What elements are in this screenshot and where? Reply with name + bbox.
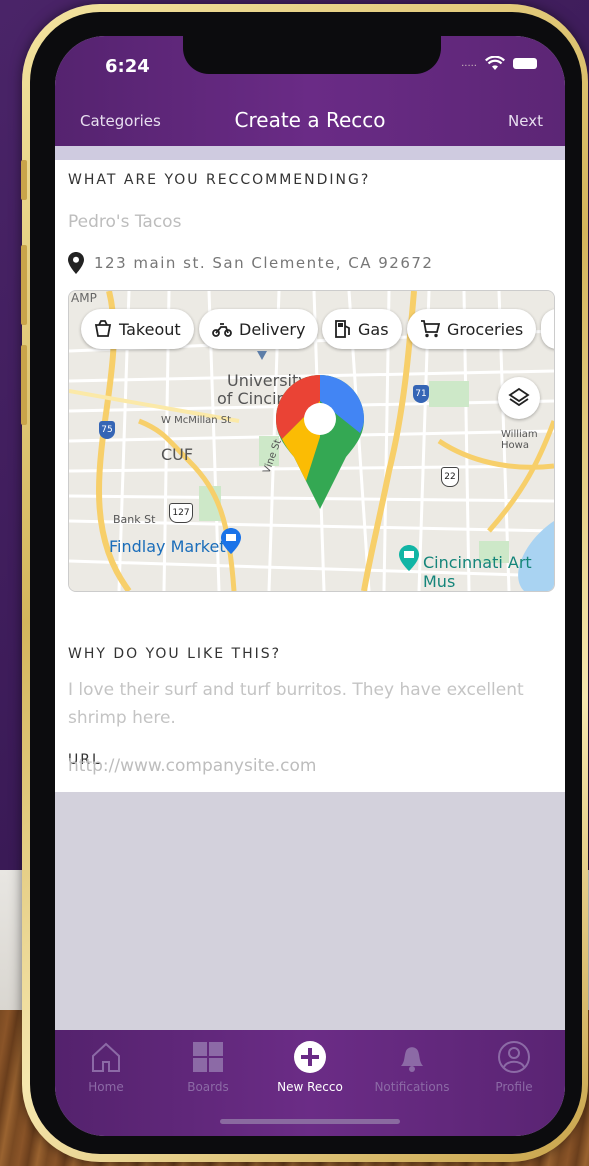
university-marker-icon [257, 351, 267, 360]
tab-profile[interactable]: Profile [463, 1040, 565, 1094]
phone-volume-down [21, 345, 27, 425]
why-label: WHY DO YOU LIKE THIS? [68, 646, 282, 662]
map-label-mcmillan: W McMillan St [161, 415, 232, 426]
phone-mute-switch [21, 160, 27, 200]
location-pin-icon [68, 252, 84, 274]
map-label-art-museum: Cincinnati Art Mus [423, 553, 532, 591]
takeout-icon [94, 320, 112, 337]
map-chip-delivery[interactable]: Delivery [199, 309, 319, 349]
recommending-input[interactable]: Pedro's Tacos [68, 212, 181, 232]
tab-boards[interactable]: Boards [157, 1040, 259, 1094]
status-indicators: ..... [461, 56, 537, 71]
recommending-label: WHAT ARE YOU RECCOMMENDING? [68, 172, 371, 188]
tab-label: Home [88, 1080, 124, 1094]
map-view[interactable]: Takeout Delivery Gas Groceries AMP Unive… [68, 290, 555, 592]
route-75-shield: 75 [99, 421, 115, 439]
route-127-shield: 127 [169, 503, 193, 523]
map-chip-label: Groceries [447, 319, 524, 339]
delivery-icon [212, 323, 232, 337]
map-chip-label: Delivery [239, 319, 306, 339]
url-input[interactable]: http://www.companysite.com [68, 756, 316, 776]
map-label-william-howard: William Howa [501, 429, 538, 451]
boards-icon [193, 1042, 223, 1072]
map-layers-button[interactable] [498, 377, 540, 419]
header-divider [55, 146, 565, 160]
tab-new-recco[interactable]: New Recco [259, 1040, 361, 1094]
page-title: Create a Recco [234, 108, 386, 132]
status-time: 6:24 [105, 56, 150, 77]
map-chip-label: Gas [358, 319, 389, 339]
tab-label: Notifications [374, 1080, 450, 1094]
tab-label: Profile [495, 1080, 533, 1094]
address-text: 123 main st. San Clemente, CA 92672 [94, 254, 434, 272]
gas-icon [335, 320, 350, 338]
add-circle-icon [294, 1041, 326, 1073]
address-row[interactable]: 123 main st. San Clemente, CA 92672 [68, 252, 433, 274]
map-chip-gas[interactable]: Gas [322, 309, 402, 349]
bell-icon [401, 1047, 423, 1072]
groceries-icon [421, 320, 440, 338]
map-chip-label: Takeout [119, 319, 181, 339]
phone-notch [183, 36, 441, 74]
next-button[interactable]: Next [508, 112, 543, 130]
tab-label: Boards [187, 1080, 229, 1094]
layers-icon [508, 387, 530, 407]
profile-icon [498, 1041, 530, 1073]
phone-volume-up [21, 245, 27, 325]
map-label-bank-st: Bank St [113, 513, 156, 526]
empty-content-area [55, 792, 565, 1030]
map-label-findlay-market: Findlay Market [109, 537, 226, 556]
home-indicator[interactable] [220, 1119, 400, 1124]
phone-screen: 6:24 ..... Categories Create a Recco Nex… [55, 36, 565, 1136]
battery-icon [513, 58, 537, 69]
wifi-icon [485, 56, 505, 70]
museum-pin-icon [399, 545, 419, 571]
map-label-amp: AMP [71, 291, 97, 305]
tab-bar: Home Boards New Recco Notifications Prof… [55, 1030, 565, 1136]
tab-home[interactable]: Home [55, 1040, 157, 1094]
map-chip-takeout[interactable]: Takeout [81, 309, 194, 349]
tab-notifications[interactable]: Notifications [361, 1040, 463, 1094]
tab-label: New Recco [277, 1080, 343, 1094]
why-textarea[interactable]: I love their surf and turf burritos. The… [68, 676, 548, 732]
home-icon [92, 1042, 120, 1072]
map-label-cuf: CUF [161, 445, 194, 464]
signal-dots: ..... [461, 58, 477, 69]
recco-form: WHAT ARE YOU RECCOMMENDING? Pedro's Taco… [55, 160, 565, 792]
shopping-pin-icon [221, 528, 241, 554]
route-71-shield: 71 [413, 385, 429, 403]
map-chip-groceries[interactable]: Groceries [407, 309, 537, 349]
route-22-shield: 22 [441, 467, 459, 487]
map-pin-icon [276, 375, 364, 509]
